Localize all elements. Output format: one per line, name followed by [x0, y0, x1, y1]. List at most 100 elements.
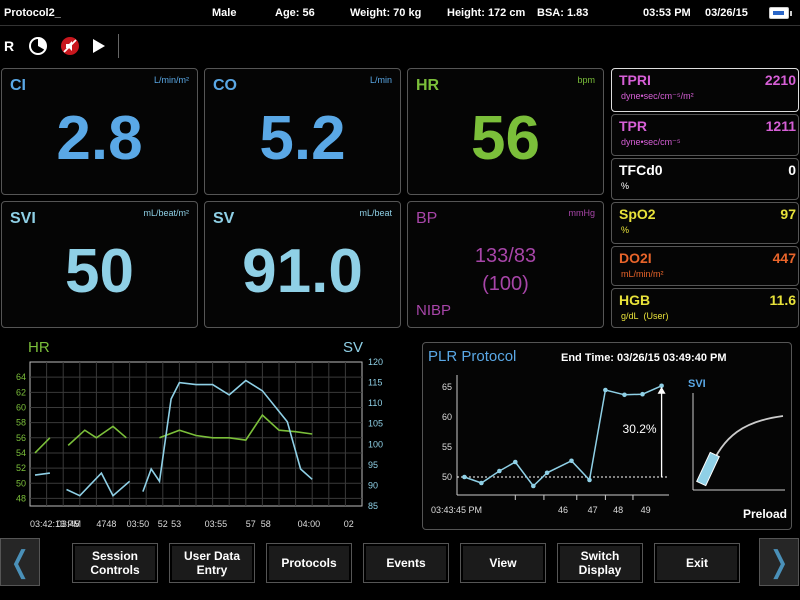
tile-bp-value: 133/83 [474, 245, 537, 267]
plr-x-tick: 03:43:45 PM [431, 505, 482, 515]
protocol-name: Protocol2_ [4, 7, 61, 19]
patient-bsa: BSA: 1.83 [537, 7, 589, 19]
trend-right-tick: 110 [368, 398, 382, 408]
side-hgb-note: (User) [643, 311, 669, 321]
plr-point [479, 480, 484, 486]
side-tfc-unit: % [621, 181, 630, 191]
patient-sex: Male [212, 7, 237, 19]
tile-ci-label: CI [10, 77, 26, 94]
view-button[interactable]: View [460, 543, 546, 583]
plr-curve-series-label: SVI [688, 378, 706, 390]
side-do2i-label: DO2I [619, 250, 652, 266]
plr-y-tick: 60 [442, 412, 452, 422]
plr-y-tick: 50 [442, 472, 452, 482]
plr-x-tick: 47 [588, 505, 598, 515]
side-tfc-value: 0 [788, 162, 796, 178]
tile-ci[interactable]: CI L/min/m² 2.8 [1, 68, 198, 195]
patient-height: Height: 172 cm [447, 7, 526, 19]
plr-curve-x-label: Preload [743, 507, 787, 521]
tile-hr-value: 56 [471, 104, 540, 173]
trend-right-tick: 100 [368, 439, 383, 449]
trend-chart[interactable]: HR SV 48 50 52 54 56 58 60 62 64 85 90 95 100 105 110 115… [0, 334, 420, 534]
plr-point [513, 459, 518, 465]
tile-svi-label: SVI [10, 210, 36, 227]
side-hgb-value: 11.6 [769, 292, 796, 308]
tile-bp-unit: mmHg [568, 208, 596, 218]
tile-hr-label: HR [416, 77, 440, 94]
plr-chart-svg: PLR Protocol End Time: 03/26/15 03:49:40 … [428, 348, 787, 521]
side-tfc-label: TFCd0 [619, 162, 663, 178]
trend-x-tick: 57 [246, 519, 256, 529]
plr-frank-starling-curve [708, 415, 784, 472]
plr-point [587, 477, 592, 483]
side-spo2[interactable]: SpO2 97 % [611, 202, 799, 244]
side-tpri-value: 2210 [764, 72, 796, 88]
plr-point [603, 387, 608, 393]
side-do2i[interactable]: DO2I 447 mL/min/m² [611, 246, 799, 286]
tile-bp-source: NIBP [416, 302, 452, 319]
toolbar-divider [118, 34, 119, 58]
next-page-button[interactable]: ❭ [759, 538, 799, 586]
plr-protocol-panel[interactable]: PLR Protocol End Time: 03/26/15 03:49:40 … [422, 342, 792, 530]
trend-series-right-line [142, 379, 313, 492]
side-tfc[interactable]: TFCd0 0 % [611, 158, 799, 200]
tile-co-unit: L/min [369, 75, 392, 85]
exit-button[interactable]: Exit [654, 543, 740, 583]
alarm-silence-icon[interactable] [60, 36, 80, 56]
session-controls-button[interactable]: Session Controls [72, 543, 158, 583]
protocols-button[interactable]: Protocols [266, 543, 352, 583]
side-tpr-unit: dyne•sec/cm⁻⁵ [621, 137, 681, 147]
tile-sv-value: 91.0 [242, 237, 363, 306]
trend-x-tick: 52 [158, 519, 168, 529]
trend-series-right-line [66, 471, 131, 497]
patient-age: Age: 56 [275, 7, 315, 19]
patient-info-bar: Protocol2_ Male Age: 56 Weight: 70 kg He… [0, 0, 800, 26]
trend-left-tick: 56 [16, 433, 26, 443]
side-do2i-value: 447 [772, 250, 796, 266]
tile-bp[interactable]: BP mmHg 133/83 (100) NIBP [407, 201, 604, 328]
side-tpri[interactable]: TPRI 2210 dyne•sec/cm⁻⁵/m² [611, 68, 799, 112]
trend-right-tick: 85 [368, 501, 378, 511]
side-hgb-label: HGB [619, 292, 651, 308]
clock-date: 03/26/15 [705, 7, 748, 19]
side-tpr-label: TPR [619, 118, 647, 134]
plr-change-label: 30.2% [623, 422, 657, 436]
side-do2i-unit: mL/min/m² [621, 269, 664, 279]
user-data-entry-button[interactable]: User Data Entry [169, 543, 255, 583]
tile-svi-value: 50 [65, 237, 134, 306]
trend-left-tick: 62 [16, 387, 26, 397]
plr-x-tick: 48 [613, 505, 623, 515]
side-tpri-unit: dyne•sec/cm⁻⁵/m² [621, 91, 694, 101]
events-button[interactable]: Events [363, 543, 449, 583]
tile-svi[interactable]: SVI mL/beat/m² 50 [1, 201, 198, 328]
trend-x-tick: 53 [171, 519, 181, 529]
side-hgb[interactable]: HGB 11.6 g/dL (User) [611, 288, 799, 328]
tile-hr[interactable]: HR bpm 56 [407, 68, 604, 195]
side-spo2-value: 97 [780, 206, 796, 222]
side-tpr-value: 1211 [765, 118, 796, 134]
record-button[interactable]: R [4, 38, 14, 54]
tile-hr-unit: bpm [577, 75, 595, 85]
trend-x-tick: 58 [261, 519, 271, 529]
tile-sv[interactable]: SV mL/beat 91.0 [204, 201, 401, 328]
plr-point [531, 483, 536, 489]
prev-page-button[interactable]: ❬ [0, 538, 40, 586]
play-icon[interactable] [91, 36, 107, 56]
trend-left-tick: 48 [16, 493, 26, 503]
timer-icon[interactable] [28, 36, 48, 56]
side-hgb-unit-row: g/dL (User) [621, 311, 669, 321]
side-spo2-unit: % [621, 225, 630, 235]
plr-point [497, 468, 502, 474]
trend-x-tick: 02 [344, 519, 354, 529]
plr-point [544, 470, 550, 476]
tile-co[interactable]: CO L/min 5.2 [204, 68, 401, 195]
trend-x-tick: 03:50 [127, 519, 150, 529]
battery-icon [769, 7, 792, 19]
side-tpr[interactable]: TPR 1211 dyne•sec/cm⁻⁵ [611, 114, 799, 156]
tile-bp-label: BP [416, 210, 438, 227]
plr-point [640, 391, 645, 397]
plr-x-tick: 46 [558, 505, 568, 515]
trend-series-right-line [34, 472, 51, 476]
tile-co-label: CO [213, 77, 237, 94]
switch-display-button[interactable]: Switch Display [557, 543, 643, 583]
